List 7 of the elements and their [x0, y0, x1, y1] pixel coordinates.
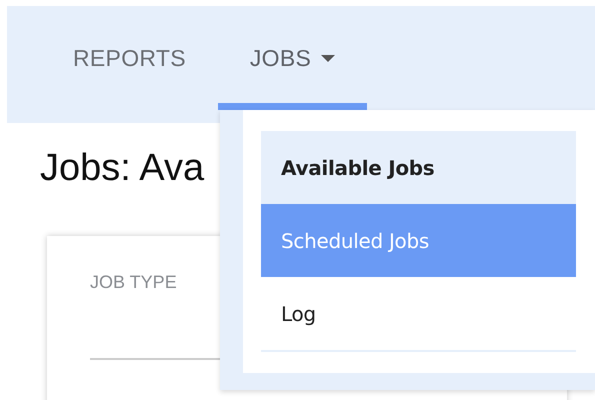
menu-item[interactable]: Log — [261, 277, 576, 352]
nav-tab[interactable]: REPORTS — [41, 6, 218, 110]
menu-item[interactable]: Available Jobs — [261, 131, 576, 204]
menu-item[interactable]: Scheduled Jobs — [261, 204, 576, 277]
caret-icon — [321, 54, 336, 62]
page-heading: Jobs: Ava — [40, 147, 204, 190]
field-label: JOB TYPE — [90, 272, 177, 293]
